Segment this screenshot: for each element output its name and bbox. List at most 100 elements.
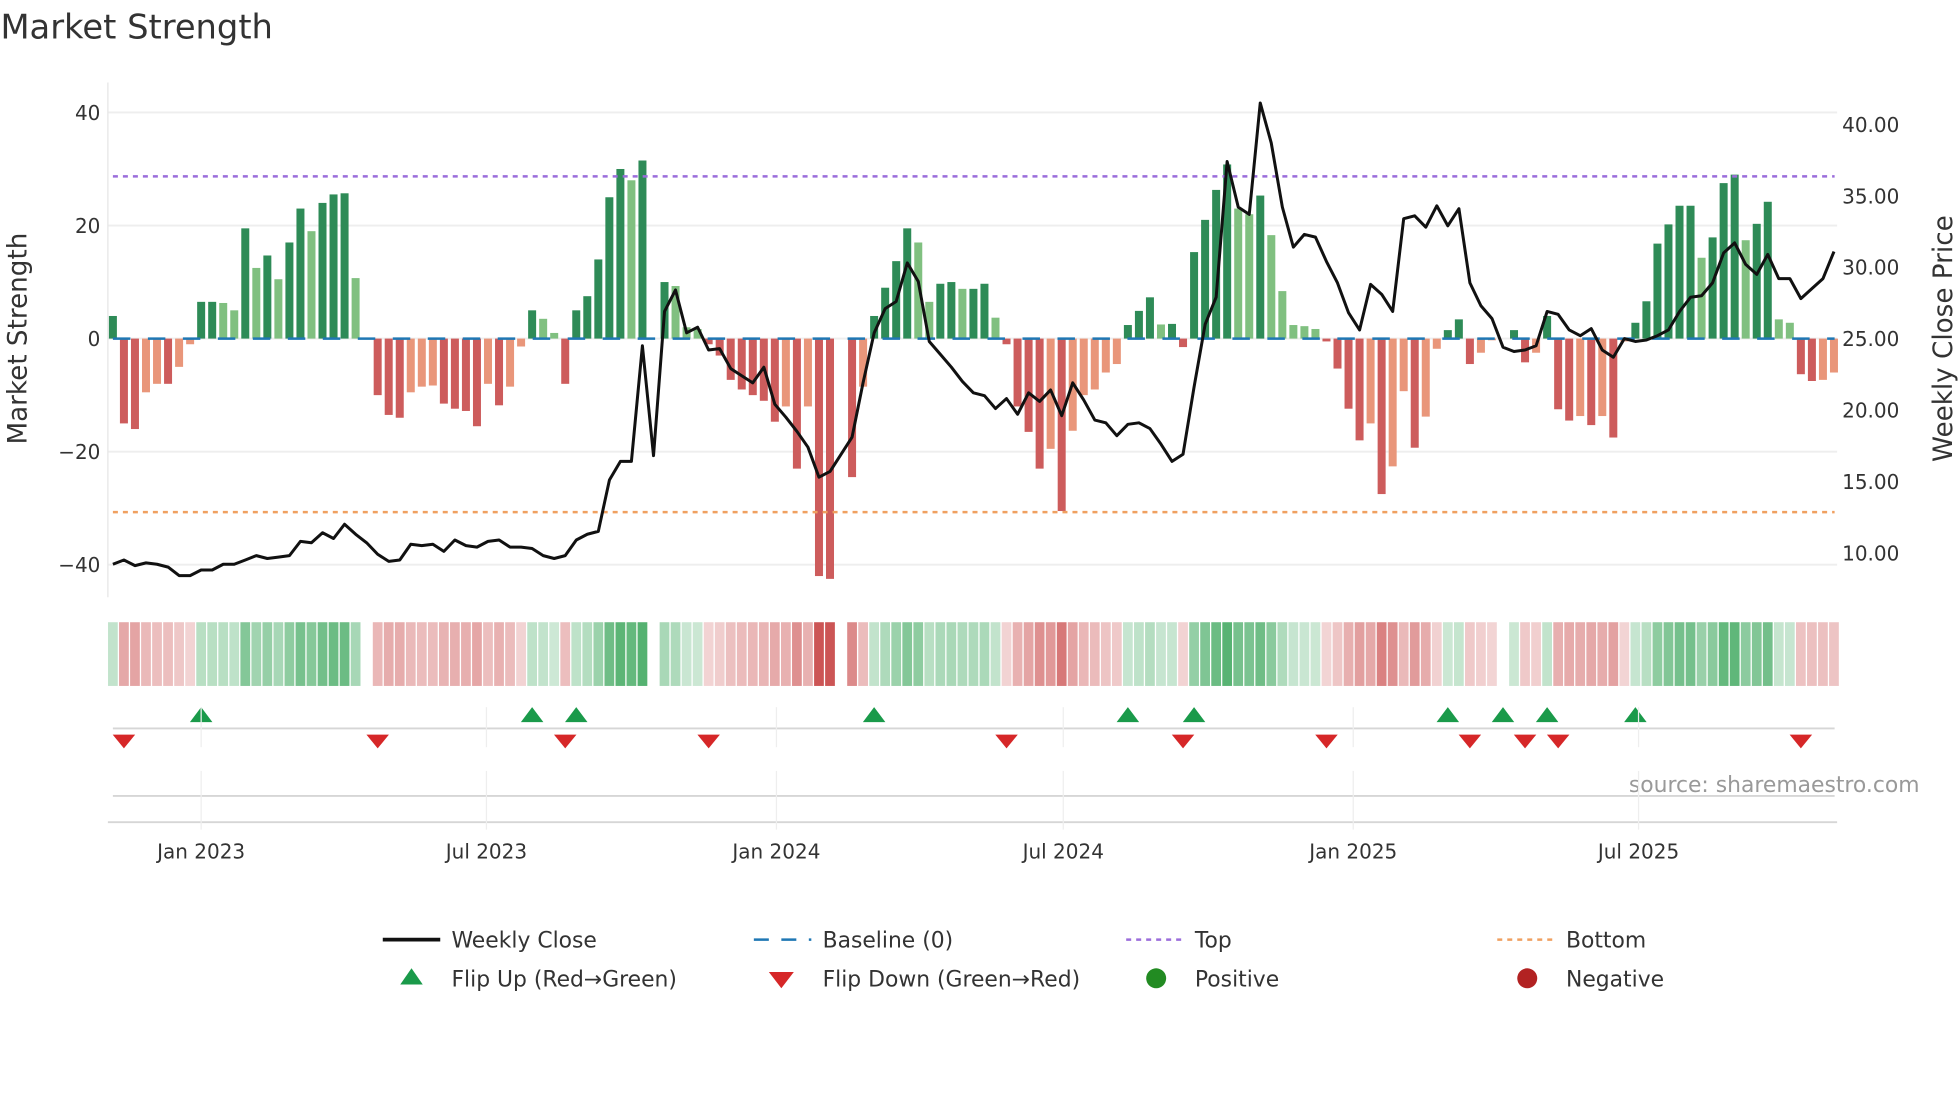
strip-cell bbox=[1431, 622, 1442, 686]
positive-bar bbox=[285, 242, 294, 339]
positive-bar bbox=[1642, 301, 1651, 339]
flip-up-marker bbox=[1624, 707, 1647, 723]
strip-cell bbox=[1354, 622, 1365, 686]
strip-cell bbox=[549, 622, 560, 686]
negative-bar bbox=[781, 338, 790, 407]
positive-bar bbox=[1256, 195, 1265, 339]
strip-cell bbox=[483, 622, 493, 686]
flip-down-marker bbox=[1546, 734, 1570, 749]
y2-tick-label: 40.00 bbox=[1842, 113, 1899, 137]
x-tick-label: Jan 2025 bbox=[1307, 839, 1397, 863]
negative-bar bbox=[1807, 338, 1816, 381]
positive-bar bbox=[1653, 243, 1662, 339]
negative-bar bbox=[428, 338, 437, 386]
positive-bar bbox=[197, 301, 206, 339]
negative-bar bbox=[517, 338, 526, 347]
strip-cell bbox=[1343, 622, 1354, 686]
strip-cell bbox=[1586, 622, 1597, 686]
strip-cell bbox=[1829, 622, 1839, 686]
strip-cell bbox=[1023, 622, 1034, 686]
strip-cell bbox=[1067, 622, 1078, 686]
negative-bar bbox=[1112, 338, 1121, 365]
strip-cell bbox=[1674, 622, 1685, 686]
dot-icon bbox=[1146, 968, 1167, 989]
legend-label: Weekly Close bbox=[451, 929, 596, 954]
negative-bar bbox=[484, 338, 492, 384]
strip-cell bbox=[1034, 622, 1045, 686]
positive-bar bbox=[947, 282, 956, 339]
strip-cell bbox=[1332, 622, 1343, 686]
flip-down-marker bbox=[697, 734, 720, 749]
positive-bar bbox=[616, 168, 625, 339]
strip-cell bbox=[1608, 622, 1619, 686]
strip-cell bbox=[1685, 622, 1696, 686]
strip-cell bbox=[1818, 622, 1828, 686]
strip-cell bbox=[725, 622, 736, 686]
positive-bar bbox=[1752, 223, 1761, 339]
negative-bar bbox=[1465, 338, 1474, 365]
strip-cell bbox=[747, 622, 758, 686]
strip-cell bbox=[1145, 622, 1155, 686]
strip-cell bbox=[461, 622, 471, 686]
right-y-ticks: 40.00 35.00 30.00 25.00 20.00 15.00 10.00 bbox=[1842, 113, 1899, 565]
negative-bar bbox=[1576, 338, 1585, 417]
negative-bar bbox=[1476, 338, 1485, 353]
strip-cell bbox=[438, 622, 449, 686]
positive-bar bbox=[605, 197, 614, 339]
strip-cell bbox=[869, 622, 880, 686]
strip-cell bbox=[1740, 622, 1751, 686]
negative-bar bbox=[792, 338, 801, 469]
strip-cell bbox=[1762, 622, 1773, 686]
strip-cell bbox=[1542, 622, 1552, 686]
strip-cell bbox=[814, 622, 824, 686]
strip-cell bbox=[1509, 622, 1519, 686]
negative-bar bbox=[748, 338, 757, 396]
positive-bar bbox=[1510, 330, 1519, 339]
strip-cell bbox=[538, 622, 549, 686]
strip-cell bbox=[317, 622, 328, 686]
strip-cell bbox=[803, 622, 813, 686]
positive-bar bbox=[1774, 319, 1783, 339]
positive-bar bbox=[1697, 257, 1706, 339]
strip-cell bbox=[1784, 622, 1795, 686]
positive-bar bbox=[230, 310, 239, 339]
strip-cell bbox=[207, 622, 218, 686]
positive-bar bbox=[1443, 330, 1452, 339]
strip-cell bbox=[1663, 622, 1674, 686]
y-axis-label: Market Strength bbox=[4, 233, 34, 445]
positive-bar bbox=[263, 255, 272, 339]
strip-cell bbox=[1365, 622, 1376, 686]
positive-bar bbox=[208, 301, 217, 339]
negative-bar bbox=[406, 338, 415, 393]
negative-bar bbox=[373, 338, 382, 396]
strip-cell bbox=[792, 622, 802, 686]
negative-bar bbox=[164, 338, 173, 384]
strip-cell bbox=[218, 622, 229, 686]
strip-cell bbox=[273, 622, 284, 686]
strip-cell bbox=[1111, 622, 1122, 686]
positive-bar bbox=[252, 267, 261, 339]
negative-bar bbox=[175, 338, 184, 367]
strength-heat-strip bbox=[108, 622, 1839, 686]
strip-cell bbox=[1807, 622, 1817, 686]
legend-label: Flip Up (Red→Green) bbox=[451, 967, 676, 992]
strip-cell bbox=[251, 622, 262, 686]
strip-cell bbox=[1531, 622, 1541, 686]
strip-cell bbox=[902, 622, 913, 686]
positive-bar bbox=[351, 278, 360, 339]
negative-bar bbox=[472, 338, 481, 427]
legend: Weekly Close Baseline (0) Top Bottom Flip Up… bbox=[382, 929, 1664, 992]
positive-bar bbox=[1267, 235, 1276, 339]
negative-bar bbox=[1410, 338, 1419, 448]
strip-cell bbox=[1233, 622, 1244, 686]
strip-cell bbox=[968, 622, 979, 686]
strip-cell bbox=[494, 622, 504, 686]
negative-bar bbox=[1035, 338, 1044, 469]
negative-bar bbox=[1355, 338, 1364, 441]
legend-label: Positive bbox=[1195, 967, 1279, 992]
y2-tick-label: 25.00 bbox=[1842, 327, 1899, 351]
strip-cell bbox=[152, 622, 162, 686]
strip-cell bbox=[1729, 622, 1740, 686]
flip-down-marker bbox=[995, 734, 1018, 749]
strip-cell bbox=[1575, 622, 1586, 686]
